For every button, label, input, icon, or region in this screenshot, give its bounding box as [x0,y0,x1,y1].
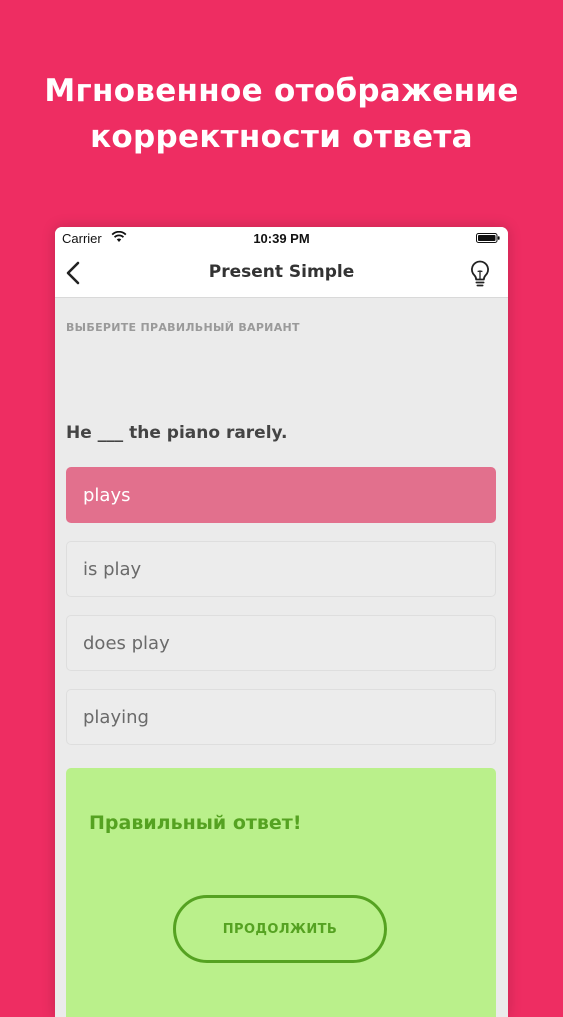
promo-headline: Мгновенное отображение корректности отве… [0,68,563,160]
status-time: 10:39 PM [253,231,310,246]
battery-icon [476,233,500,243]
answer-option-does-play[interactable]: does play [66,615,496,671]
instruction-label: ВЫБЕРИТЕ ПРАВИЛЬНЫЙ ВАРИАНТ [66,321,300,334]
feedback-panel: Правильный ответ! ПРОДОЛЖИТЬ [66,768,496,1017]
lightbulb-icon[interactable] [468,259,492,289]
correct-answer-message: Правильный ответ! [89,812,302,834]
page-title: Present Simple [208,262,355,282]
promo-headline-line-2: корректности ответа [90,119,473,155]
question-text: He ___ the piano rarely. [66,423,288,443]
answer-option-label: playing [83,707,149,728]
answer-option-is-play[interactable]: is play [66,541,496,597]
answer-option-label: does play [83,633,170,654]
answer-option-playing[interactable]: playing [66,689,496,745]
navigation-bar: Present Simple [55,249,508,298]
answer-option-label: plays [83,485,131,506]
answer-option-plays[interactable]: plays [66,467,496,523]
answer-option-label: is play [83,559,142,580]
status-bar: Carrier 10:39 PM [55,227,508,249]
continue-button[interactable]: ПРОДОЛЖИТЬ [173,895,387,963]
promo-headline-line-1: Мгновенное отображение [44,73,519,109]
phone-screen: Carrier 10:39 PM Present Simple ВЫБЕРИТЕ… [55,227,508,1017]
